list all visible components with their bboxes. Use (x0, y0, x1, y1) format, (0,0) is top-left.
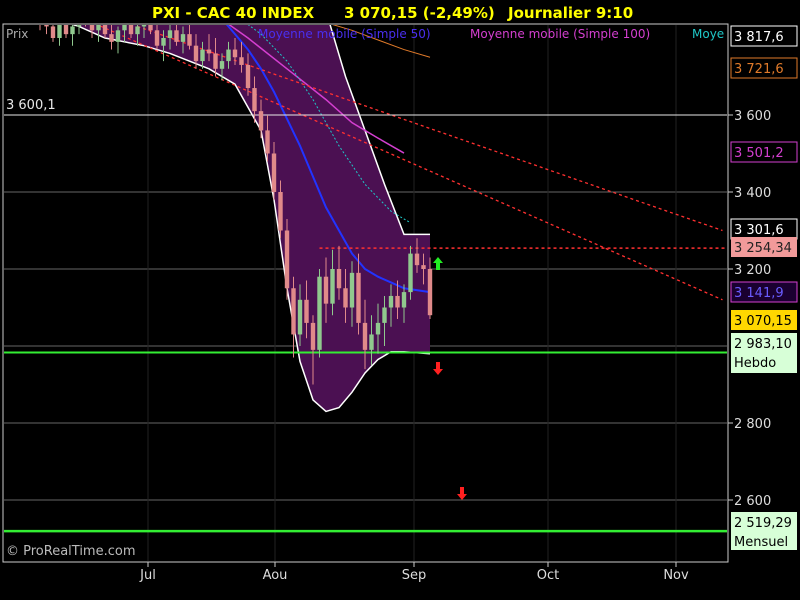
candle-body (232, 49, 238, 58)
legend-ma50: Moyenne mobile (Simple 50) (258, 27, 431, 41)
tag-bb-mid: 3 301,6 (734, 223, 784, 238)
x-tick-label: Oct (537, 568, 559, 583)
candle-body (336, 269, 342, 289)
candle-body (356, 272, 361, 323)
tag-ma200: 3 721,6 (734, 62, 784, 77)
candle-body (349, 272, 355, 308)
candle-body (343, 288, 348, 308)
candle-body (265, 130, 270, 154)
candle-body (369, 334, 374, 350)
tag-ma100: 3 501,2 (734, 146, 784, 161)
y-axis: 2 600 2 800 3 200 3 400 3 600 (728, 109, 771, 509)
candle-body (245, 64, 251, 89)
candle-body (414, 253, 420, 266)
price-chart[interactable]: PXI - CAC 40 INDEX 3 070,15 (-2,49%) Jou… (0, 0, 800, 600)
candle-body (421, 265, 426, 269)
candle-body (362, 322, 368, 350)
candle-body (323, 276, 329, 304)
tag-monthly-name: Mensuel (734, 535, 788, 550)
candle-body (317, 276, 322, 350)
y-tick-label: 2 600 (734, 494, 771, 509)
legend-ma100: Moyenne mobile (Simple 100) (470, 27, 650, 41)
level-label: 3 600,1 (6, 98, 56, 113)
tag-resistance: 3 254,34 (734, 241, 792, 256)
candle-body (226, 49, 231, 62)
watermark: © ProRealTime.com (6, 544, 136, 559)
chart-title: PXI - CAC 40 INDEX (152, 4, 315, 22)
y-tick-label: 3 400 (734, 186, 771, 201)
candle-body (291, 288, 296, 335)
candle-body (330, 269, 335, 304)
candle-body (252, 88, 257, 112)
candle-body (193, 45, 199, 62)
y-tick-label: 3 600 (734, 109, 771, 124)
price-change: 3 070,15 (-2,49%) (344, 4, 495, 22)
tag-last: 3 070,15 (734, 314, 792, 329)
candle-body (388, 295, 394, 308)
candle-body (395, 295, 400, 308)
x-tick-label: Nov (663, 568, 689, 583)
timeframe-label: Journalier 9:10 (507, 4, 633, 22)
candle-body (310, 322, 316, 350)
x-tick-label: Sep (402, 568, 427, 583)
candle-body (401, 292, 407, 308)
x-axis: Jul Aou Sep Oct Nov (139, 562, 689, 583)
candle-body (200, 49, 205, 62)
candle-body (206, 49, 212, 54)
candle-body (219, 61, 225, 69)
candle-body (213, 53, 218, 69)
tag-weekly-value: 2 983,10 (734, 337, 792, 352)
candle-body (271, 153, 277, 192)
tag-weekly-name: Hebdo (734, 356, 776, 371)
candle-body (83, 15, 87, 19)
candle-body (239, 57, 244, 65)
candle-body (258, 111, 264, 131)
candle-body (427, 269, 433, 316)
candle-body (375, 322, 381, 335)
candle-body (297, 299, 303, 335)
candle-body (284, 230, 290, 289)
price-tags: 3 817,6 3 721,6 3 501,2 3 301,6 3 254,34 3 14… (730, 25, 798, 550)
candle-body (278, 192, 283, 231)
y-tick-label: 2 800 (734, 417, 771, 432)
x-tick-label: Jul (139, 568, 156, 583)
legend-ma-extra: Moye (692, 27, 724, 41)
y-tick-label: 3 200 (734, 263, 771, 278)
tag-monthly-value: 2 519,29 (734, 516, 792, 531)
legend-price: Prix (6, 27, 28, 41)
x-tick-label: Aou (263, 568, 288, 583)
tag-ma20: 3 141,9 (734, 286, 784, 301)
candle-body (304, 299, 309, 323)
candle-body (382, 307, 387, 323)
candle-body (408, 253, 413, 293)
tag-bb-upper: 3 817,6 (734, 30, 784, 45)
candle-body (38, 19, 42, 23)
